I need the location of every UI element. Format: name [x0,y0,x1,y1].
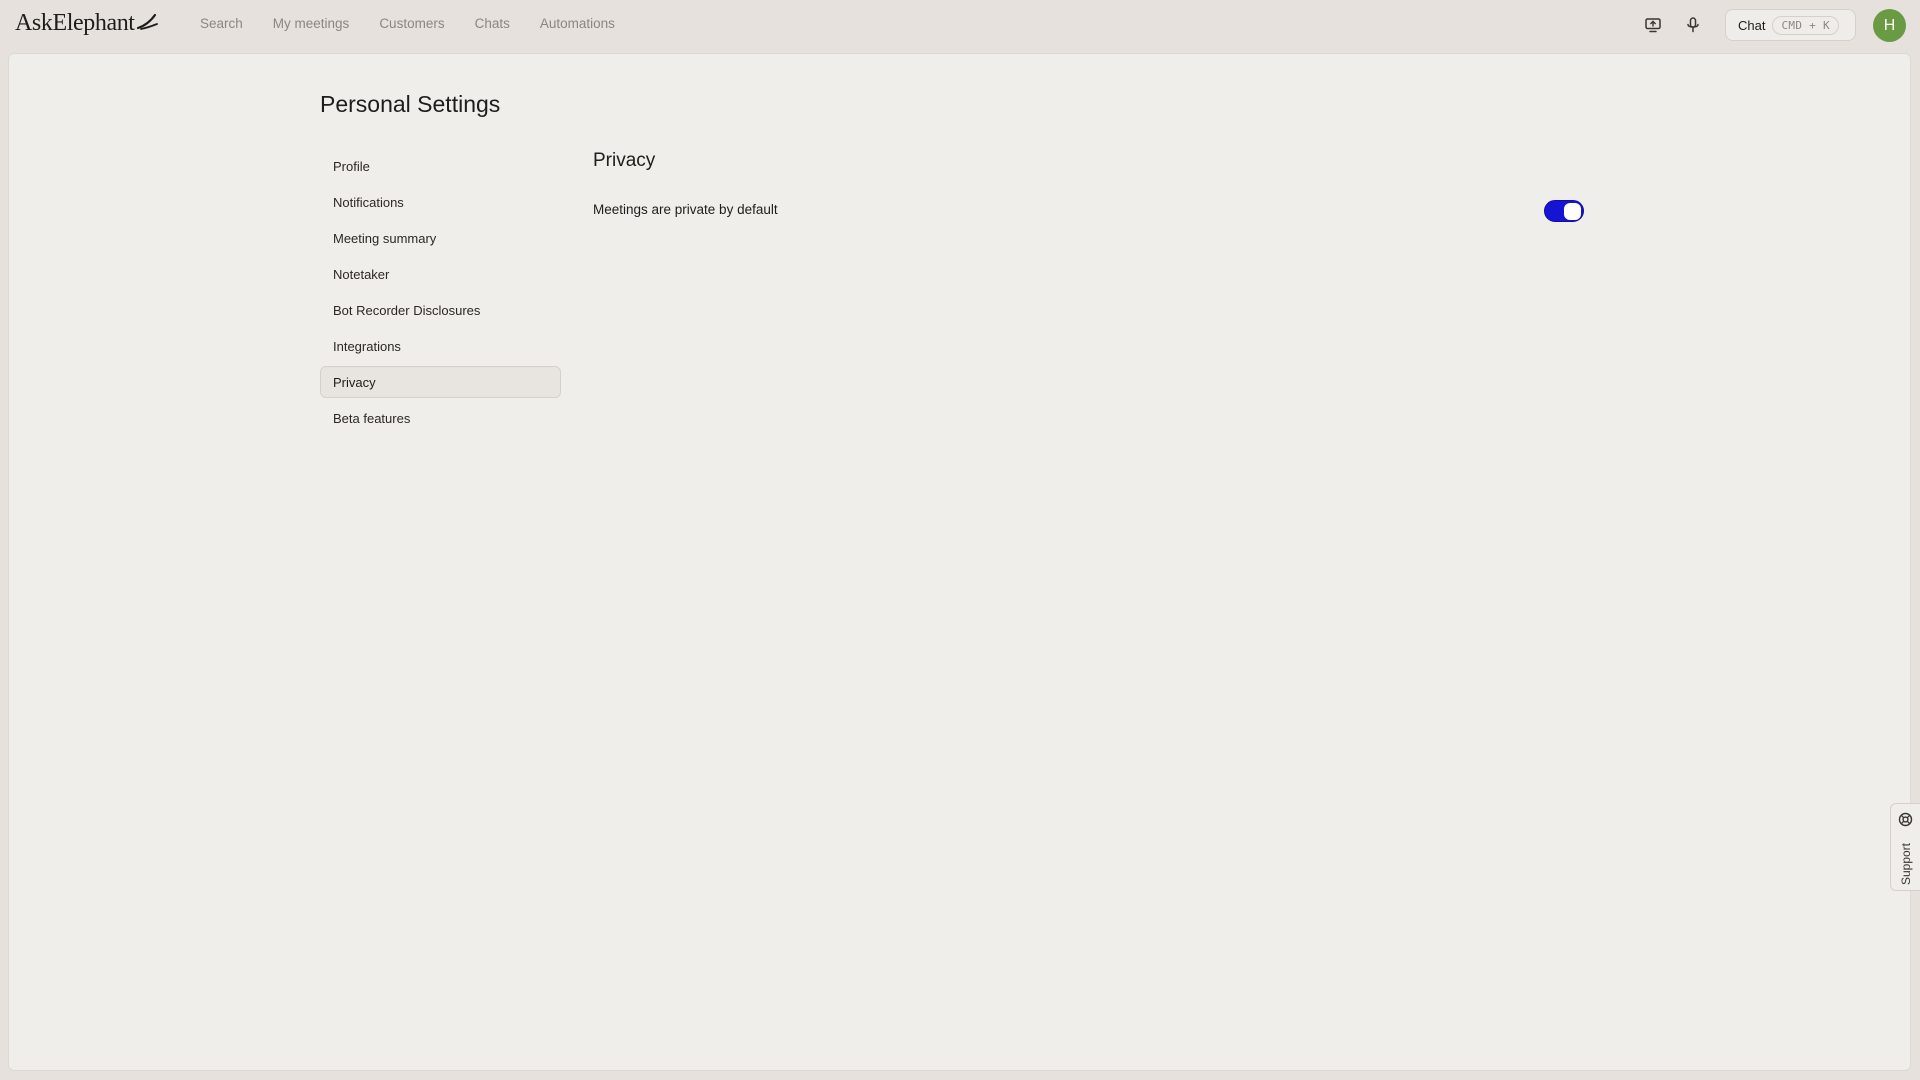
sidebar-item-notetaker[interactable]: Notetaker [320,258,561,290]
support-label: Support [1899,842,1913,886]
settings-sidebar: Profile Notifications Meeting summary No… [320,150,561,438]
sidebar-item-notifications[interactable]: Notifications [320,186,561,218]
nav-search[interactable]: Search [200,16,243,31]
settings-panel: Personal Settings Profile Notifications … [8,53,1911,1071]
avatar-initial: H [1883,16,1896,34]
main-nav: Search My meetings Customers Chats Autom… [200,16,645,31]
sidebar-item-privacy[interactable]: Privacy [320,366,561,398]
microphone-icon[interactable] [1681,13,1705,37]
support-tab[interactable]: Support [1890,803,1920,891]
private-meetings-toggle[interactable] [1544,200,1584,222]
private-meetings-setting-label: Meetings are private by default [593,202,778,217]
privacy-section-title: Privacy [593,150,656,171]
elephant-trunk-logo-icon [136,13,158,30]
nav-automations[interactable]: Automations [540,16,615,31]
sidebar-item-bot-recorder-disclosures[interactable]: Bot Recorder Disclosures [320,294,561,326]
chat-shortcut-badge: CMD + K [1772,15,1839,35]
lifebuoy-icon [1898,812,1913,827]
sidebar-item-beta-features[interactable]: Beta features [320,402,561,434]
sidebar-item-integrations[interactable]: Integrations [320,330,561,362]
sidebar-item-profile[interactable]: Profile [320,150,561,182]
nav-customers[interactable]: Customers [379,16,444,31]
top-navigation-bar: AskElephant Search My meetings Customers… [0,0,1920,52]
sidebar-item-meeting-summary[interactable]: Meeting summary [320,222,561,254]
page-title: Personal Settings [320,91,501,117]
app-logo[interactable]: AskElephant [15,10,158,37]
logo-text: AskElephant [15,10,135,36]
chat-button-label: Chat [1738,17,1766,33]
toggle-knob [1564,203,1581,220]
user-avatar[interactable]: H [1873,9,1906,42]
chat-button[interactable]: Chat CMD + K [1725,9,1856,41]
screen-share-icon[interactable] [1641,13,1665,37]
nav-chats[interactable]: Chats [475,16,510,31]
nav-my-meetings[interactable]: My meetings [273,16,350,31]
